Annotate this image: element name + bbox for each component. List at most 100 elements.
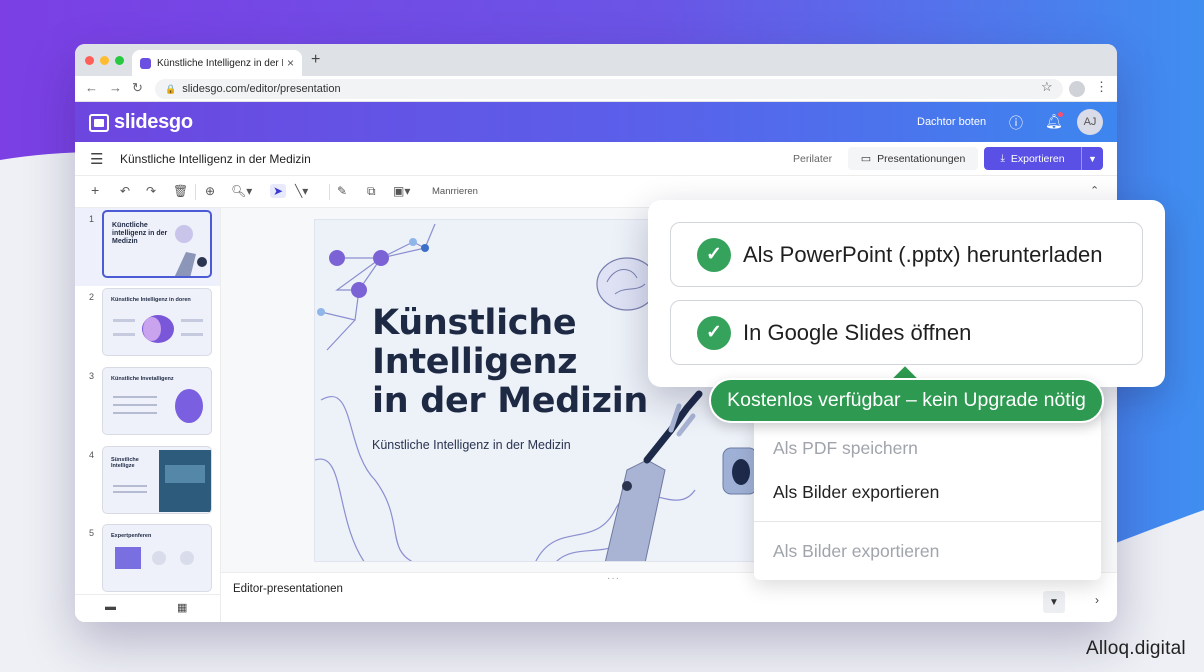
zoom-in-icon[interactable]: ⊕ (205, 184, 215, 198)
toolbar-divider (329, 184, 330, 200)
watermark: Alloq.digital (1086, 638, 1186, 659)
chevron-up-icon[interactable]: ⌃ (1090, 184, 1099, 197)
back-arrow-icon[interactable]: ← (85, 80, 98, 95)
option-pptx-label: Als PowerPoint (.pptx) herunterladen (743, 241, 1103, 267)
tab-close-icon[interactable]: × (287, 56, 294, 70)
chevron-right-icon[interactable]: › (1095, 593, 1099, 607)
notes-label[interactable]: Editor-presentationen (233, 583, 343, 595)
slide-subtitle[interactable]: Künstliche Intelligenz in der Medizin (372, 438, 571, 452)
slide-thumbnail[interactable]: Künctliche intelligenz in der Medizin (102, 210, 212, 278)
slide-thumbnail-row[interactable]: 4 Sünstliche Intelligze (75, 444, 220, 522)
add-icon[interactable]: + (91, 182, 99, 198)
slide-thumbnail[interactable]: Expertpenferen (102, 524, 212, 592)
slidesgo-favicon-icon (140, 57, 151, 69)
thumbnail-icons-graphic (115, 547, 194, 569)
slide-thumbnail-panel: 1 Künctliche intelligenz in der Medizin … (75, 208, 221, 622)
window-close-dot[interactable] (85, 56, 94, 65)
browser-profile-icon[interactable] (1069, 81, 1085, 97)
present-button[interactable]: ▭ Presentationungen (848, 147, 978, 170)
slide-title-line-2: Intelligenz (372, 342, 578, 383)
trash-icon[interactable]: 🗑︎ (173, 184, 188, 198)
header-link[interactable]: Dachtor boten (917, 116, 986, 128)
url-field[interactable]: 🔒 slidesgo.com/editor/presentation (155, 79, 1063, 99)
browser-tab-bar: Künstliche Intelligenz in der Medizin × … (75, 44, 1117, 76)
undo-icon[interactable]: ↶ (120, 184, 130, 198)
option-google-slides-label: In Google Slides öffnen (743, 319, 972, 345)
address-bar: ← → ↻ 🔒 slidesgo.com/editor/presentation… (75, 76, 1117, 102)
tab-title: Künstliche Intelligenz in der Medizin (157, 57, 283, 69)
window-minimize-dot[interactable] (100, 56, 109, 65)
line-tool-icon[interactable]: ╲▾ (295, 184, 308, 198)
browser-tab[interactable]: Künstliche Intelligenz in der Medizin × (132, 50, 302, 76)
redo-icon[interactable]: ↷ (146, 184, 156, 198)
slide-title-line-3: in der Medizin (372, 381, 649, 422)
lock-icon: 🔒 (165, 83, 177, 94)
feedback-icon[interactable]: ▼ (1043, 591, 1065, 613)
forward-arrow-icon[interactable]: → (109, 80, 122, 95)
export-dropdown-menu: Als PDF speichern Als Bilder exportieren… (754, 412, 1101, 580)
notification-dot (1058, 112, 1063, 117)
copy-icon[interactable]: ⧉ (367, 184, 376, 199)
document-title-bar: ☰ Künstliche Intelligenz in der Medizin … (75, 142, 1117, 176)
check-icon: ✓ (697, 237, 731, 272)
image-icon[interactable]: ▣▾ (393, 184, 410, 198)
slidesgo-logo[interactable]: slidesgo (89, 111, 193, 134)
download-icon: ⤓ (1000, 153, 1005, 164)
slide-number: 3 (89, 371, 95, 381)
browser-menu-icon[interactable]: ⋮ (1095, 79, 1108, 95)
sidebar-footer: ▬ ▦ (75, 594, 220, 622)
comment-icon: ▭ (860, 153, 872, 165)
slidesgo-logo-icon (89, 113, 109, 132)
filmstrip-view-icon[interactable]: ▬ (105, 601, 116, 613)
edit-icon[interactable]: ✎ (337, 184, 347, 198)
slide-number: 5 (89, 528, 95, 538)
slide-number: 2 (89, 292, 95, 302)
slide-title[interactable]: Künstliche Intelligenz in der Medizin (372, 303, 649, 422)
reload-icon[interactable]: ↻ (132, 80, 143, 96)
export-button-main[interactable]: ⤓ Exportieren (984, 153, 1081, 165)
slide-thumbnail[interactable]: Künstliche Intelligenz in doren (102, 288, 212, 356)
slide-thumbnail-row[interactable]: 3 Künstliche Invetalligenz (75, 365, 220, 443)
slide-thumbnail-row[interactable]: 2 Künstliche Intelligenz in doren (75, 286, 220, 364)
avatar[interactable]: AJ (1077, 109, 1103, 135)
resize-handle-icon[interactable]: ··· (607, 573, 620, 584)
option-google-slides[interactable]: ✓ In Google Slides öffnen (670, 300, 1143, 365)
export-button[interactable]: ⤓ Exportieren ▼ (984, 147, 1103, 170)
check-icon: ✓ (697, 315, 731, 350)
slide-title-line-1: Künstliche (372, 303, 577, 343)
present-button-label: Presentationungen (877, 152, 966, 165)
logo-text: slidesgo (114, 111, 193, 133)
thumbnail-robot-graphic (174, 225, 207, 276)
thumbnail-head-graphic (113, 389, 203, 423)
toolbar-text-button[interactable]: Manrrieren (432, 186, 478, 197)
app-header: slidesgo Dachtor boten ⓘ 🔔︎ AJ (75, 102, 1117, 142)
url-text: slidesgo.com/editor/presentation (182, 83, 341, 95)
slide-thumbnail[interactable]: Künstliche Invetalligenz (102, 367, 212, 435)
menu-item-images[interactable]: Als Bilder exportieren (773, 482, 939, 503)
help-icon[interactable]: ⓘ (1009, 113, 1023, 133)
select-cursor-icon[interactable]: ➤ (270, 184, 287, 198)
thumbnail-photo-graphic (113, 450, 211, 512)
grid-view-icon[interactable]: ▦ (177, 601, 187, 614)
window-maximize-dot[interactable] (115, 56, 124, 65)
slide-number: 4 (89, 450, 95, 460)
zoom-dropdown-icon[interactable]: 🔍︎▾ (231, 184, 252, 198)
hamburger-menu-icon[interactable]: ☰ (90, 150, 103, 168)
option-pptx-download[interactable]: ✓ Als PowerPoint (.pptx) herunterladen (670, 222, 1143, 287)
chevron-down-icon[interactable]: ▼ (1081, 147, 1103, 170)
document-title[interactable]: Künstliche Intelligenz in der Medizin (120, 152, 311, 166)
thumbnail-brain-graphic (113, 315, 203, 343)
menu-item-images-disabled[interactable]: Als Bilder exportieren (773, 541, 939, 562)
free-badge: Kostenlos verfügbar – kein Upgrade nötig (709, 378, 1104, 423)
title-bar-link[interactable]: Perilater (793, 153, 832, 165)
export-options-popup: ✓ Als PowerPoint (.pptx) herunterladen ✓… (648, 200, 1165, 387)
menu-item-pdf[interactable]: Als PDF speichern (773, 438, 918, 459)
slide-thumbnail-row[interactable]: 1 Künctliche intelligenz in der Medizin (75, 208, 220, 286)
slide-thumbnail-row[interactable]: 5 Expertpenferen (75, 522, 220, 600)
new-tab-icon[interactable]: + (311, 51, 320, 69)
slide-thumbnail[interactable]: Sünstliche Intelligze (102, 446, 212, 514)
bookmark-star-icon[interactable]: ☆ (1041, 79, 1053, 95)
menu-divider (754, 521, 1101, 522)
slide-number: 1 (89, 214, 95, 224)
export-button-label: Exportieren (1010, 152, 1065, 165)
